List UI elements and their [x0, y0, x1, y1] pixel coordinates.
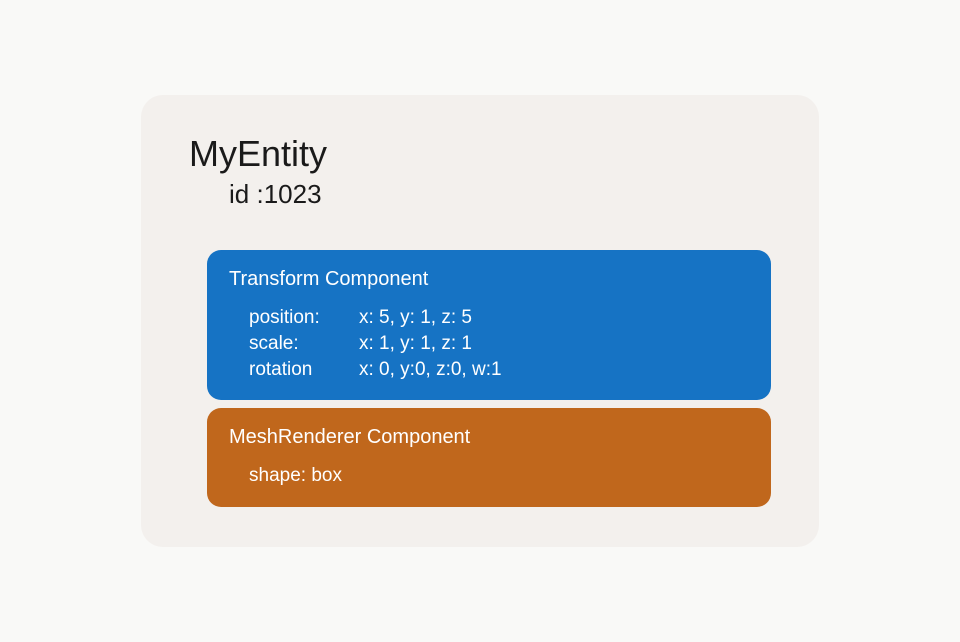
transform-scale-value: x: 1, y: 1, z: 1 [359, 331, 472, 357]
entity-name: MyEntity [189, 133, 771, 175]
meshrenderer-component-title: MeshRenderer Component [229, 426, 751, 449]
meshrenderer-props: shape: box [229, 463, 751, 489]
transform-position-value: x: 5, y: 1, z: 5 [359, 305, 472, 331]
transform-position-label: position: [249, 305, 359, 331]
transform-component-title: Transform Component [229, 268, 751, 291]
transform-rotation-label: rotation [249, 357, 359, 383]
entity-card: MyEntity id :1023 Transform Component po… [141, 95, 819, 547]
transform-component: Transform Component position: x: 5, y: 1… [207, 250, 771, 400]
transform-position-row: position: x: 5, y: 1, z: 5 [249, 305, 751, 331]
transform-rotation-row: rotation x: 0, y:0, z:0, w:1 [249, 357, 751, 383]
transform-scale-label: scale: [249, 331, 359, 357]
transform-rotation-value: x: 0, y:0, z:0, w:1 [359, 357, 502, 383]
transform-props: position: x: 5, y: 1, z: 5 scale: x: 1, … [229, 305, 751, 382]
entity-id-label: id : [229, 179, 264, 209]
meshrenderer-shape-row: shape: box [249, 463, 751, 489]
entity-id: id :1023 [229, 179, 771, 210]
meshrenderer-shape-label: shape: box [249, 463, 342, 489]
transform-scale-row: scale: x: 1, y: 1, z: 1 [249, 331, 751, 357]
meshrenderer-component: MeshRenderer Component shape: box [207, 408, 771, 507]
components-container: Transform Component position: x: 5, y: 1… [207, 250, 771, 507]
entity-id-value: 1023 [264, 179, 322, 209]
